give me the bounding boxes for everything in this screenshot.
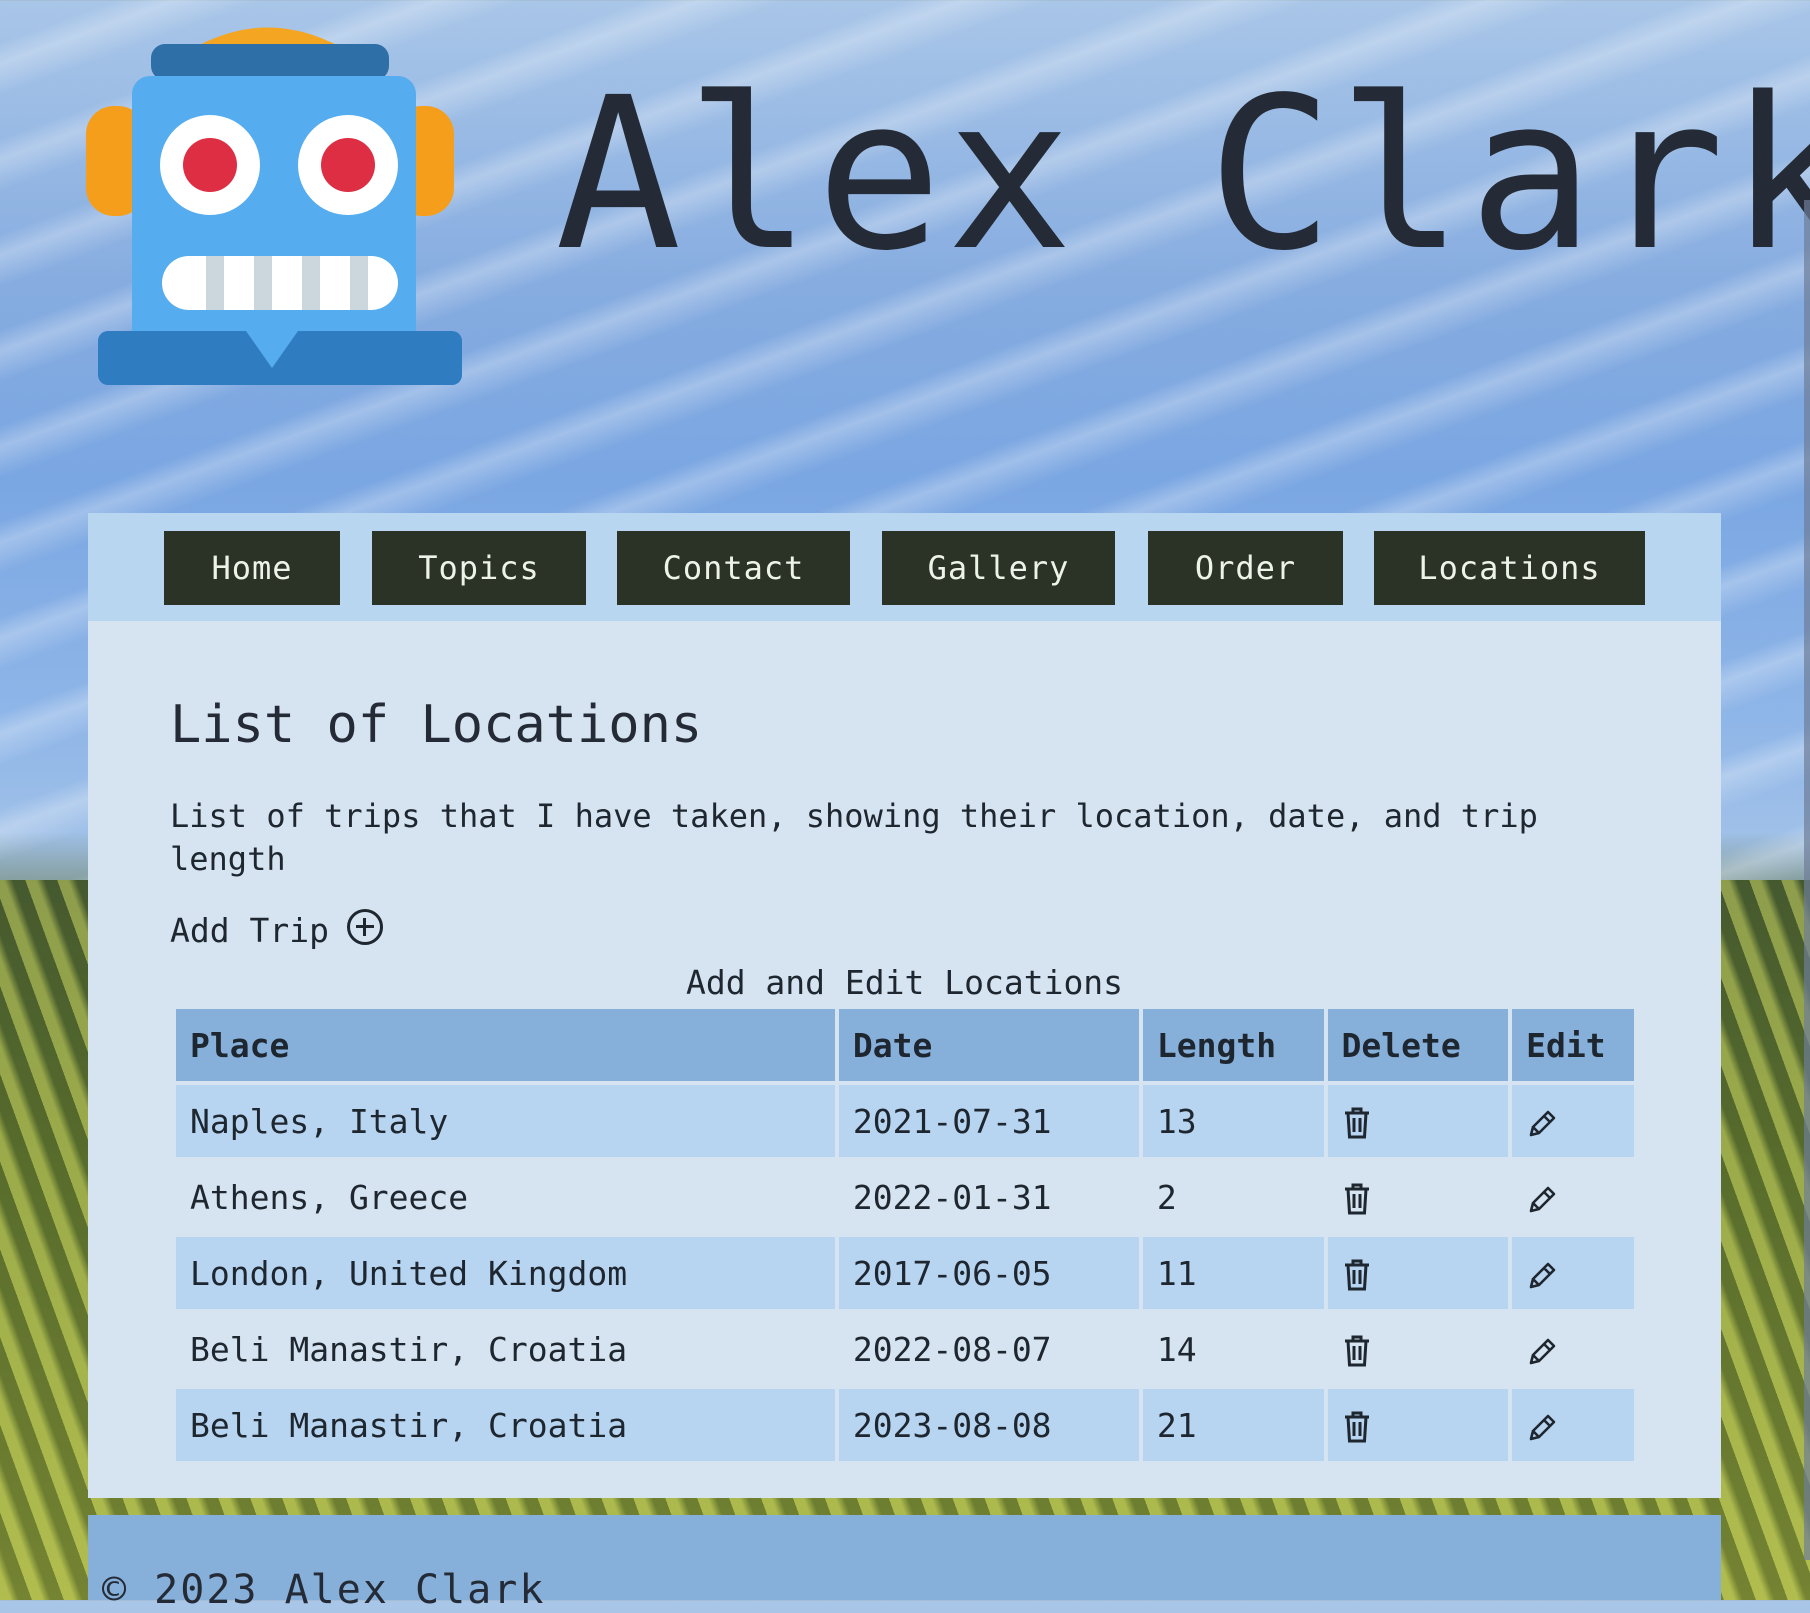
date-cell: 2022-08-07 — [838, 1313, 1139, 1385]
column-header-delete: Delete — [1327, 1009, 1509, 1081]
length-cell: 13 — [1142, 1085, 1324, 1157]
place-cell: London, United Kingdom — [176, 1237, 835, 1309]
trash-icon[interactable] — [1342, 1258, 1372, 1292]
trash-icon[interactable] — [1342, 1182, 1372, 1216]
date-cell: 2022-01-31 — [838, 1161, 1139, 1233]
site-title: Alex Clark — [555, 52, 1810, 297]
edit-cell — [1512, 1389, 1634, 1461]
add-trip-link[interactable]: Add Trip — [170, 908, 383, 950]
page-description: List of trips that I have taken, showing… — [170, 797, 1538, 878]
trash-icon[interactable] — [1342, 1106, 1372, 1140]
edit-cell — [1512, 1313, 1634, 1385]
nav-topics[interactable]: Topics — [372, 531, 586, 605]
page-scrollbar[interactable] — [1804, 200, 1810, 1560]
nav-contact[interactable]: Contact — [617, 531, 850, 605]
column-header-length: Length — [1142, 1009, 1324, 1081]
page-heading: List of Locations — [170, 695, 703, 755]
nav-gallery[interactable]: Gallery — [882, 531, 1115, 605]
edit-cell — [1512, 1237, 1634, 1309]
delete-cell — [1327, 1237, 1509, 1309]
place-cell: Naples, Italy — [176, 1085, 835, 1157]
place-cell: Beli Manastir, Croatia — [176, 1389, 835, 1461]
plus-circle-icon[interactable] — [346, 908, 383, 945]
footer-copyright: © 2023 Alex Clark — [102, 1567, 546, 1613]
table-caption: Add and Edit Locations — [685, 963, 1124, 1002]
footer: © 2023 Alex Clark — [88, 1515, 1721, 1613]
locations-table: Place Date Length Delete Edit Naples, It… — [172, 1005, 1638, 1465]
add-trip-label: Add Trip — [170, 911, 329, 950]
pencil-icon[interactable] — [1526, 1334, 1556, 1368]
table-header-row: Place Date Length Delete Edit — [176, 1009, 1634, 1081]
nav-locations[interactable]: Locations — [1374, 531, 1645, 605]
delete-cell — [1327, 1161, 1509, 1233]
trash-icon[interactable] — [1342, 1410, 1372, 1444]
delete-cell — [1327, 1313, 1509, 1385]
nav-order[interactable]: Order — [1148, 531, 1343, 605]
table-row: Naples, Italy 2021-07-31 13 — [176, 1085, 1634, 1157]
edit-cell — [1512, 1161, 1634, 1233]
place-cell: Beli Manastir, Croatia — [176, 1313, 835, 1385]
length-cell: 11 — [1142, 1237, 1324, 1309]
nav-home[interactable]: Home — [164, 531, 340, 605]
table-row: Beli Manastir, Croatia 2023-08-08 21 — [176, 1389, 1634, 1461]
column-header-place: Place — [176, 1009, 835, 1081]
robot-logo — [86, 27, 462, 385]
date-cell: 2021-07-31 — [838, 1085, 1139, 1157]
table-row: Beli Manastir, Croatia 2022-08-07 14 — [176, 1313, 1634, 1385]
main-panel: Home Topics Contact Gallery Order Locati… — [88, 513, 1721, 1498]
date-cell: 2017-06-05 — [838, 1237, 1139, 1309]
length-cell: 14 — [1142, 1313, 1324, 1385]
column-header-edit: Edit — [1512, 1009, 1634, 1081]
edit-cell — [1512, 1085, 1634, 1157]
date-cell: 2023-08-08 — [838, 1389, 1139, 1461]
delete-cell — [1327, 1085, 1509, 1157]
column-header-date: Date — [838, 1009, 1139, 1081]
pencil-icon[interactable] — [1526, 1258, 1556, 1292]
pencil-icon[interactable] — [1526, 1106, 1556, 1140]
place-cell: Athens, Greece — [176, 1161, 835, 1233]
table-row: London, United Kingdom 2017-06-05 11 — [176, 1237, 1634, 1309]
length-cell: 2 — [1142, 1161, 1324, 1233]
trash-icon[interactable] — [1342, 1334, 1372, 1368]
length-cell: 21 — [1142, 1389, 1324, 1461]
pencil-icon[interactable] — [1526, 1410, 1556, 1444]
nav-bar: Home Topics Contact Gallery Order Locati… — [88, 513, 1721, 621]
table-row: Athens, Greece 2022-01-31 2 — [176, 1161, 1634, 1233]
delete-cell — [1327, 1389, 1509, 1461]
pencil-icon[interactable] — [1526, 1182, 1556, 1216]
